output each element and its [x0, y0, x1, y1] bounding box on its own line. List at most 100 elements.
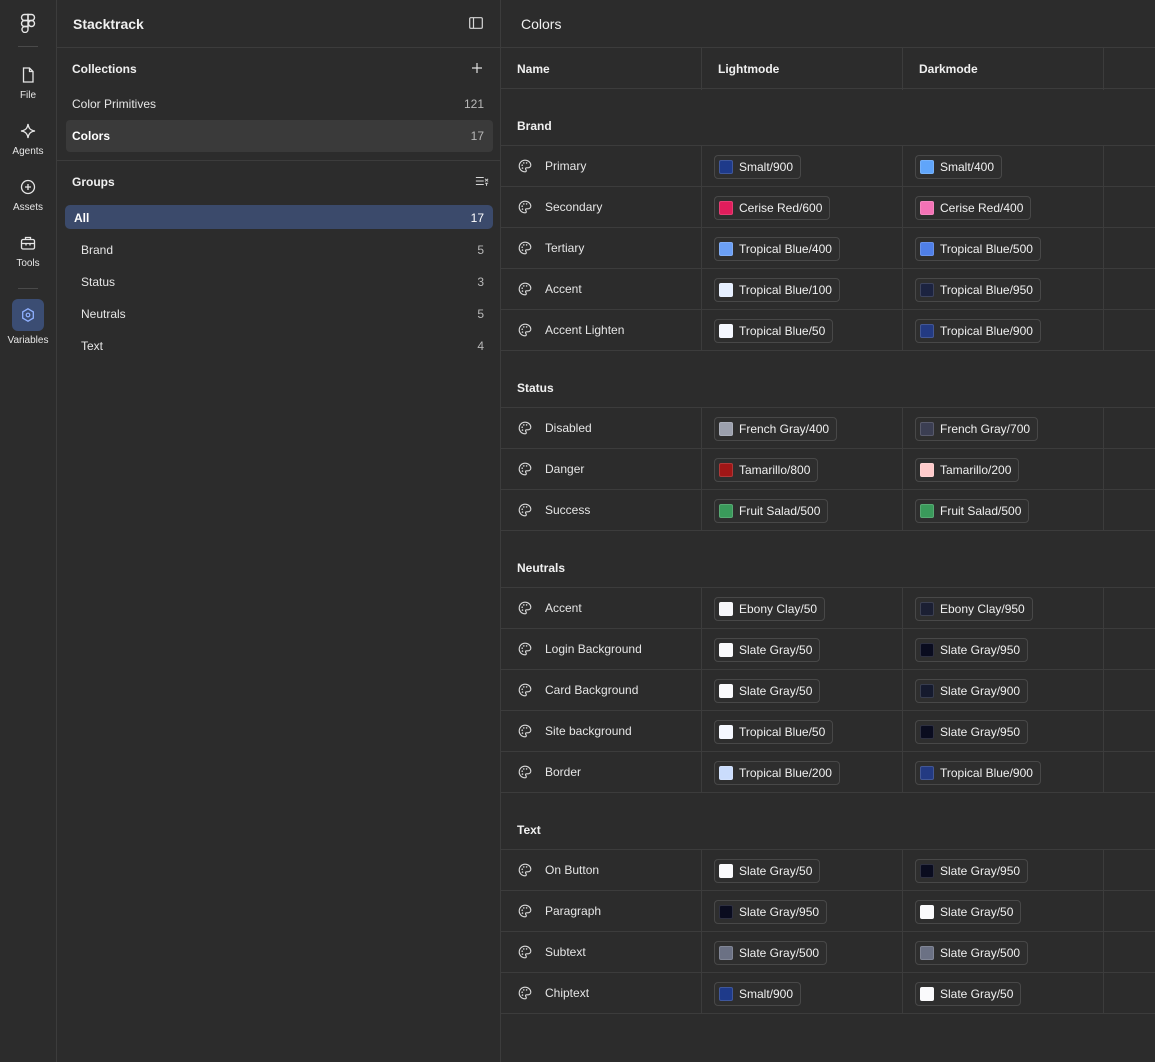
darkmode-value-chip[interactable]: Tropical Blue/950 — [915, 278, 1041, 302]
variable-name[interactable]: Border — [545, 765, 581, 779]
column-divider — [902, 973, 903, 1013]
collection-item[interactable]: Color Primitives 121 — [66, 88, 493, 120]
variable-name[interactable]: Subtext — [545, 945, 586, 959]
variable-row[interactable]: Tertiary Tropical Blue/400 Tropical Blue/5… — [501, 228, 1155, 269]
darkmode-value-chip[interactable]: Slate Gray/900 — [915, 679, 1029, 703]
lightmode-value-chip[interactable]: Slate Gray/950 — [714, 900, 828, 924]
variable-row[interactable]: Danger Tamarillo/800 Tamarillo/200 — [501, 449, 1155, 490]
rail-item-file[interactable]: File — [0, 66, 56, 101]
variable-row[interactable]: Accent Tropical Blue/100 Tropical Blue/950 — [501, 269, 1155, 310]
variable-row[interactable]: Primary Smalt/900 Smalt/400 — [501, 146, 1155, 187]
column-divider — [902, 932, 903, 972]
group-section-header: Text — [501, 793, 1155, 850]
darkmode-value-chip[interactable]: Fruit Salad/500 — [915, 499, 1030, 523]
variable-name[interactable]: Paragraph — [545, 904, 601, 918]
variable-row[interactable]: Chiptext Smalt/900 Slate Gray/50 — [501, 973, 1155, 1014]
darkmode-value-chip[interactable]: Slate Gray/500 — [915, 941, 1029, 965]
group-item[interactable]: Text 4 — [65, 329, 493, 361]
lightmode-value-chip[interactable]: Ebony Clay/50 — [714, 597, 826, 621]
column-divider — [1103, 891, 1104, 931]
darkmode-value-chip[interactable]: Cerise Red/400 — [915, 196, 1032, 220]
rail-item-variables[interactable]: Variables — [0, 299, 56, 346]
variable-name[interactable]: Tertiary — [545, 241, 584, 255]
darkmode-value-chip[interactable]: Ebony Clay/950 — [915, 597, 1033, 621]
column-divider — [1103, 146, 1104, 186]
add-collection-plus-icon[interactable] — [470, 61, 484, 75]
darkmode-value-chip[interactable]: Tropical Blue/900 — [915, 761, 1041, 785]
column-header-lightmode[interactable]: Lightmode — [718, 62, 779, 76]
variable-name[interactable]: Primary — [545, 159, 586, 173]
variable-name[interactable]: Accent Lighten — [545, 323, 624, 337]
variable-row[interactable]: Site background Tropical Blue/50 Slate Gra… — [501, 711, 1155, 752]
variable-row[interactable]: Accent Ebony Clay/50 Ebony Clay/950 — [501, 588, 1155, 629]
sort-groups-icon[interactable] — [475, 174, 489, 188]
group-item[interactable]: Status 3 — [65, 265, 493, 297]
lightmode-value-chip[interactable]: Slate Gray/500 — [714, 941, 828, 965]
rail-item-assets[interactable]: Assets — [0, 178, 56, 213]
darkmode-value-chip[interactable]: Tamarillo/200 — [915, 458, 1020, 482]
darkmode-value-chip[interactable]: Slate Gray/950 — [915, 859, 1029, 883]
color-alias-label: French Gray/700 — [940, 422, 1031, 436]
darkmode-value-chip[interactable]: Slate Gray/50 — [915, 982, 1022, 1006]
variable-row[interactable]: Paragraph Slate Gray/950 Slate Gray/50 — [501, 891, 1155, 932]
darkmode-value-chip[interactable]: French Gray/700 — [915, 417, 1039, 441]
lightmode-value-chip[interactable]: Cerise Red/600 — [714, 196, 831, 220]
color-alias-label: Tropical Blue/900 — [940, 766, 1033, 780]
variable-name[interactable]: Login Background — [545, 642, 642, 656]
group-item[interactable]: Neutrals 5 — [65, 297, 493, 329]
variable-row[interactable]: Subtext Slate Gray/500 Slate Gray/500 — [501, 932, 1155, 973]
lightmode-value-chip[interactable]: Tamarillo/800 — [714, 458, 819, 482]
rail-item-agents[interactable]: Agents — [0, 122, 56, 157]
darkmode-value-chip[interactable]: Slate Gray/950 — [915, 720, 1029, 744]
figma-logo-icon[interactable] — [19, 13, 37, 33]
variable-name[interactable]: Disabled — [545, 421, 592, 435]
variable-name[interactable]: Card Background — [545, 683, 638, 697]
lightmode-value-chip[interactable]: Slate Gray/50 — [714, 679, 821, 703]
variable-name[interactable]: Accent — [545, 601, 582, 615]
rail-item-tools[interactable]: Tools — [0, 234, 56, 269]
variable-row[interactable]: Accent Lighten Tropical Blue/50 Tropical B… — [501, 310, 1155, 351]
group-count: 3 — [477, 275, 484, 289]
column-header-darkmode[interactable]: Darkmode — [919, 62, 978, 76]
lightmode-value-chip[interactable]: Smalt/900 — [714, 982, 802, 1006]
sidebar-toggle-icon[interactable] — [469, 17, 483, 29]
color-alias-label: Cerise Red/400 — [940, 201, 1024, 215]
lightmode-value-chip[interactable]: Tropical Blue/400 — [714, 237, 840, 261]
color-alias-label: Tropical Blue/400 — [739, 242, 832, 256]
variable-row[interactable]: Card Background Slate Gray/50 Slate Gray/9… — [501, 670, 1155, 711]
variable-row[interactable]: On Button Slate Gray/50 Slate Gray/950 — [501, 850, 1155, 891]
column-divider — [902, 670, 903, 710]
group-item[interactable]: Brand 5 — [65, 233, 493, 265]
color-swatch — [920, 766, 934, 780]
group-item[interactable]: All 17 — [65, 205, 493, 229]
darkmode-value-chip[interactable]: Tropical Blue/900 — [915, 319, 1041, 343]
lightmode-value-chip[interactable]: Smalt/900 — [714, 155, 802, 179]
collection-item[interactable]: Colors 17 — [66, 120, 493, 152]
lightmode-value-chip[interactable]: Fruit Salad/500 — [714, 499, 829, 523]
darkmode-value-chip[interactable]: Slate Gray/950 — [915, 638, 1029, 662]
variable-name[interactable]: Chiptext — [545, 986, 589, 1000]
column-header-name[interactable]: Name — [517, 62, 550, 76]
variable-name[interactable]: Success — [545, 503, 590, 517]
darkmode-value-chip[interactable]: Slate Gray/50 — [915, 900, 1022, 924]
lightmode-value-chip[interactable]: Slate Gray/50 — [714, 638, 821, 662]
variable-row[interactable]: Success Fruit Salad/500 Fruit Salad/500 — [501, 490, 1155, 531]
variable-row[interactable]: Disabled French Gray/400 French Gray/700 — [501, 408, 1155, 449]
variable-name[interactable]: Secondary — [545, 200, 602, 214]
lightmode-value-chip[interactable]: Tropical Blue/50 — [714, 319, 834, 343]
variable-row[interactable]: Border Tropical Blue/200 Tropical Blue/900 — [501, 752, 1155, 793]
group-name: Neutrals — [81, 307, 126, 321]
variable-row[interactable]: Login Background Slate Gray/50 Slate Gray/… — [501, 629, 1155, 670]
variable-name[interactable]: Danger — [545, 462, 584, 476]
variable-row[interactable]: Secondary Cerise Red/600 Cerise Red/400 — [501, 187, 1155, 228]
variable-name[interactable]: Accent — [545, 282, 582, 296]
lightmode-value-chip[interactable]: Tropical Blue/50 — [714, 720, 834, 744]
lightmode-value-chip[interactable]: French Gray/400 — [714, 417, 838, 441]
variable-name[interactable]: On Button — [545, 863, 599, 877]
lightmode-value-chip[interactable]: Tropical Blue/200 — [714, 761, 840, 785]
variable-name[interactable]: Site background — [545, 724, 632, 738]
lightmode-value-chip[interactable]: Tropical Blue/100 — [714, 278, 840, 302]
lightmode-value-chip[interactable]: Slate Gray/50 — [714, 859, 821, 883]
darkmode-value-chip[interactable]: Smalt/400 — [915, 155, 1003, 179]
darkmode-value-chip[interactable]: Tropical Blue/500 — [915, 237, 1041, 261]
